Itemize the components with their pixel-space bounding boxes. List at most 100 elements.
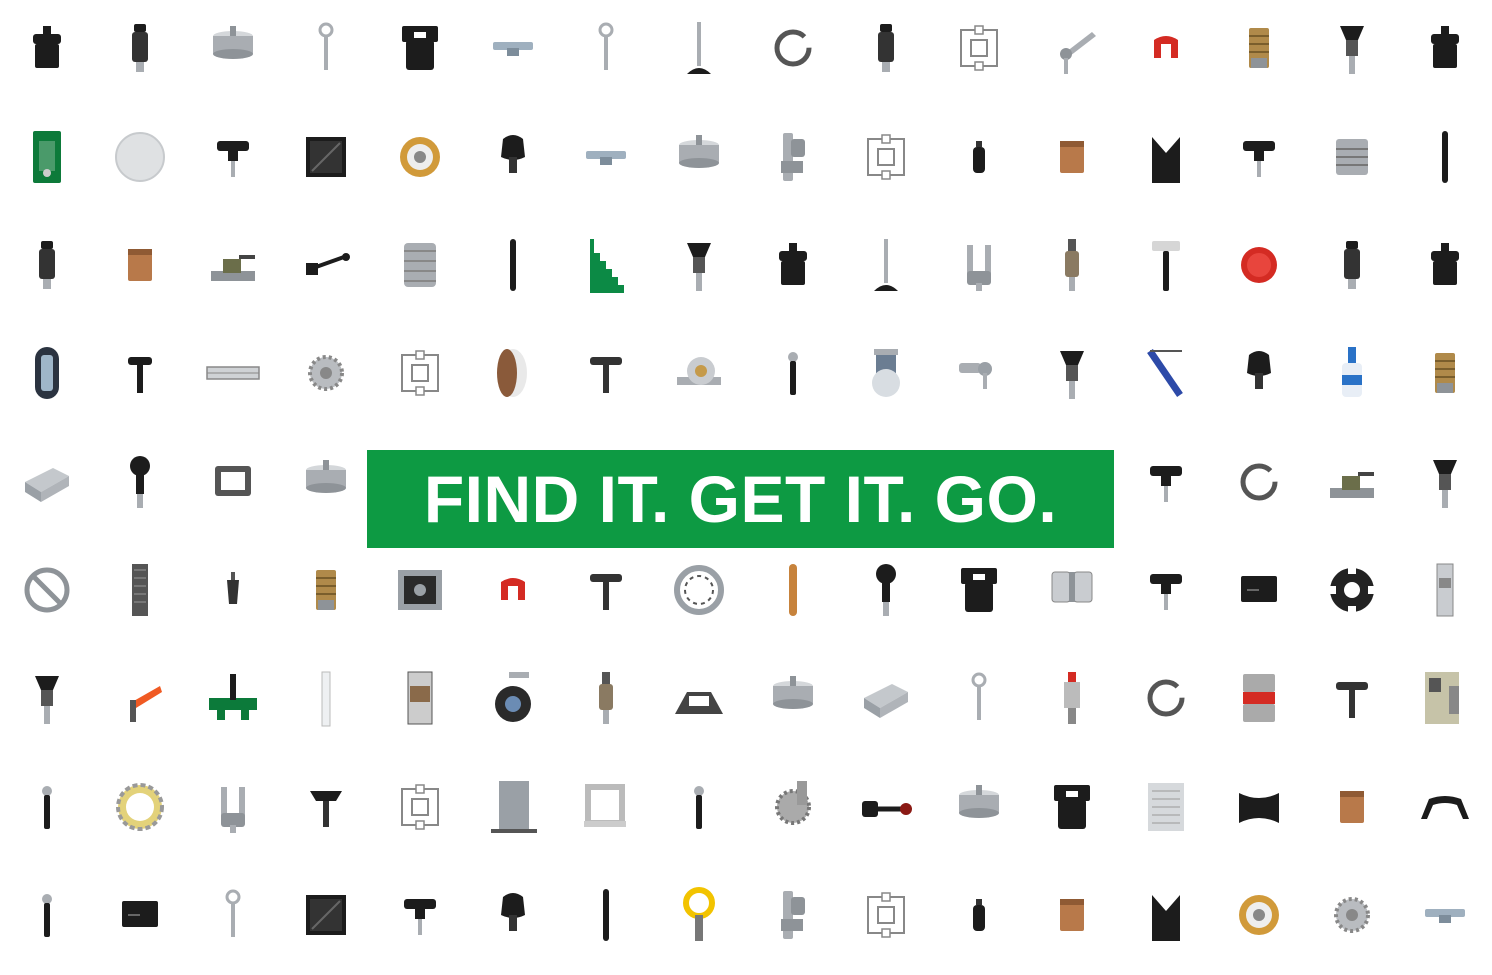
product-linear-actuator[interactable] <box>1405 550 1485 630</box>
product-ball-handle[interactable] <box>100 442 180 522</box>
product-grip-knob[interactable] <box>1219 333 1299 413</box>
product-brass-bushing[interactable] <box>1032 117 1112 197</box>
product-lifting-ring-yellow[interactable] <box>659 875 739 955</box>
product-pin[interactable] <box>7 767 87 847</box>
product-t-slot-nut[interactable] <box>473 8 553 88</box>
product-cup-base[interactable] <box>753 658 833 738</box>
product-profile-section[interactable] <box>846 875 926 955</box>
product-red-cap[interactable] <box>1219 225 1299 305</box>
product-acrylic-disc[interactable] <box>100 117 180 197</box>
product-corner-bracket[interactable] <box>286 875 366 955</box>
product-eye-bolt[interactable] <box>193 875 273 955</box>
product-level-indicator[interactable] <box>7 333 87 413</box>
product-hinge-bracket[interactable] <box>753 117 833 197</box>
product-t-slot-nut[interactable] <box>566 117 646 197</box>
product-indexing-plunger[interactable] <box>1032 333 1112 413</box>
product-spring-plunger-red[interactable] <box>1032 658 1112 738</box>
product-step-block-green[interactable] <box>566 225 646 305</box>
product-black-block[interactable] <box>100 875 180 955</box>
product-indexing-plunger[interactable] <box>1405 442 1485 522</box>
product-grip-knob[interactable] <box>473 117 553 197</box>
product-plunger-pin[interactable] <box>100 8 180 88</box>
product-pillow-block[interactable] <box>659 333 739 413</box>
product-screw-plunger[interactable] <box>939 117 1019 197</box>
product-toggle-clamp[interactable] <box>193 225 273 305</box>
product-grip-knob[interactable] <box>473 875 553 955</box>
product-ruler[interactable] <box>286 658 366 738</box>
product-plunger-pin[interactable] <box>7 225 87 305</box>
product-spring-plunger[interactable] <box>1032 225 1112 305</box>
product-rectangle-frame[interactable] <box>193 442 273 522</box>
product-brass-insert[interactable] <box>286 550 366 630</box>
product-long-pin[interactable] <box>566 875 646 955</box>
product-v-block[interactable] <box>1126 875 1206 955</box>
product-roller-black[interactable] <box>1219 767 1299 847</box>
product-corner-bracket[interactable] <box>286 117 366 197</box>
product-hinge-block[interactable] <box>380 8 460 88</box>
product-retaining-ring[interactable] <box>753 8 833 88</box>
product-t-handle[interactable] <box>566 333 646 413</box>
product-adjustable-lever[interactable] <box>1032 8 1112 88</box>
product-leveling-foot[interactable] <box>846 225 926 305</box>
product-eye-bolt[interactable] <box>566 8 646 88</box>
product-retaining-ring[interactable] <box>1126 658 1206 738</box>
product-long-pin[interactable] <box>1405 117 1485 197</box>
product-heat-sink[interactable] <box>1126 767 1206 847</box>
product-steel-plate[interactable] <box>473 767 553 847</box>
product-handwheel[interactable] <box>7 550 87 630</box>
product-roller-bearing[interactable] <box>380 117 460 197</box>
product-t-knob[interactable] <box>1126 442 1206 522</box>
product-clamping-knob[interactable] <box>1405 8 1485 88</box>
product-plunger-pin[interactable] <box>1312 225 1392 305</box>
product-adjustable-lever-orange[interactable] <box>100 658 180 738</box>
product-rail-profile[interactable] <box>193 333 273 413</box>
product-bracket-frame[interactable] <box>566 767 646 847</box>
product-bevel-gear[interactable] <box>753 767 833 847</box>
product-cup-base[interactable] <box>939 767 1019 847</box>
product-aluminum-profile[interactable] <box>846 658 926 738</box>
product-indexing-plunger[interactable] <box>1312 8 1392 88</box>
product-adhesive-bottle[interactable] <box>1312 333 1392 413</box>
product-hinge-block[interactable] <box>1032 767 1112 847</box>
product-spider-coupling[interactable] <box>1312 550 1392 630</box>
product-cup-base[interactable] <box>286 442 366 522</box>
product-linear-rail[interactable] <box>100 550 180 630</box>
product-actuator-module[interactable] <box>1405 658 1485 738</box>
product-indexing-plunger[interactable] <box>7 658 87 738</box>
product-brass-insert[interactable] <box>1219 8 1299 88</box>
product-roller-bearing[interactable] <box>1219 875 1299 955</box>
product-toggle-base[interactable] <box>659 658 739 738</box>
product-sight-glass-green[interactable] <box>7 117 87 197</box>
product-linear-guide[interactable] <box>380 658 460 738</box>
product-hinge-plate[interactable] <box>1032 550 1112 630</box>
product-indexing-plunger[interactable] <box>659 225 739 305</box>
product-toggle-clamp[interactable] <box>1312 442 1392 522</box>
product-t-handle[interactable] <box>1312 658 1392 738</box>
product-leveling-foot[interactable] <box>659 8 739 88</box>
product-hammer[interactable] <box>1126 225 1206 305</box>
product-gas-spring-blue[interactable] <box>1126 333 1206 413</box>
product-small-pin[interactable] <box>193 550 273 630</box>
product-l-handle[interactable] <box>100 333 180 413</box>
product-t-knob[interactable] <box>193 117 273 197</box>
product-profile-section[interactable] <box>846 117 926 197</box>
product-gear[interactable] <box>1312 875 1392 955</box>
product-profile-section[interactable] <box>380 333 460 413</box>
product-brass-insert[interactable] <box>1405 333 1485 413</box>
product-black-block[interactable] <box>1219 550 1299 630</box>
product-clamping-knob[interactable] <box>1405 225 1485 305</box>
product-brass-bushing[interactable] <box>1312 767 1392 847</box>
product-clevis[interactable] <box>939 225 1019 305</box>
product-tape-roll[interactable] <box>473 333 553 413</box>
product-v-block[interactable] <box>1126 117 1206 197</box>
product-long-pin[interactable] <box>473 225 553 305</box>
product-clamping-knob[interactable] <box>753 225 833 305</box>
product-retaining-ring[interactable] <box>1219 442 1299 522</box>
product-t-knob[interactable] <box>1219 117 1299 197</box>
product-spring-plunger[interactable] <box>566 658 646 738</box>
product-aluminum-profile[interactable] <box>7 442 87 522</box>
product-pin[interactable] <box>753 333 833 413</box>
product-eye-bolt[interactable] <box>939 658 1019 738</box>
product-pin[interactable] <box>659 767 739 847</box>
product-crank-handle[interactable] <box>286 225 366 305</box>
